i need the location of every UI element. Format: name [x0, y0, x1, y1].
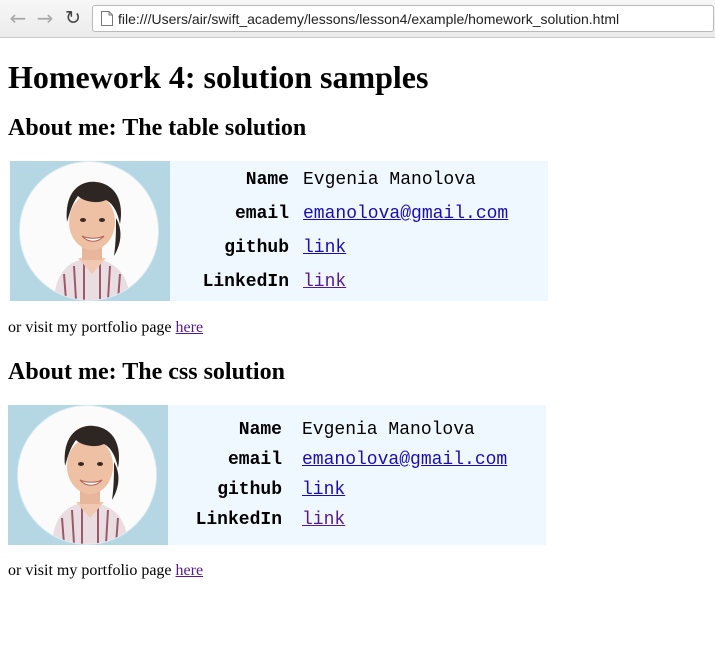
- portfolio-note: or visit my portfolio page here: [8, 318, 708, 338]
- section-heading-table: About me: The table solution: [8, 115, 307, 141]
- value-name: Evgenia Manolova: [303, 170, 476, 190]
- section-heading-css: About me: The css solution: [8, 359, 285, 385]
- page-content: Homework 4: solution samples About me: T…: [8, 38, 708, 581]
- email-link[interactable]: emanolova@gmail.com: [302, 448, 507, 472]
- linkedin-link[interactable]: link: [302, 508, 345, 532]
- linkedin-link[interactable]: link: [303, 270, 346, 294]
- github-link[interactable]: link: [303, 236, 346, 260]
- portfolio-link[interactable]: here: [176, 319, 204, 336]
- about-card-table: Name Evgenia Manolova email emanolova@gm…: [10, 161, 548, 301]
- back-arrow-icon[interactable]: ←: [6, 6, 30, 30]
- page-icon: [101, 11, 113, 26]
- photo-cell: [10, 161, 170, 301]
- label-email: email: [227, 450, 282, 470]
- avatar: [20, 162, 158, 300]
- about-card-css: Name Evgenia Manolova email emanolova@gm…: [8, 405, 546, 545]
- reload-icon[interactable]: ↻: [61, 6, 85, 30]
- portfolio-link[interactable]: here: [176, 562, 204, 579]
- forward-arrow-icon[interactable]: →: [33, 6, 57, 30]
- portfolio-note: or visit my portfolio page here: [8, 561, 708, 581]
- label-name: Name: [245, 170, 289, 190]
- avatar-portrait: [18, 406, 156, 544]
- address-bar[interactable]: file:///Users/air/swift_academy/lessons/…: [92, 5, 714, 32]
- value-name: Evgenia Manolova: [302, 420, 475, 440]
- label-email: email: [234, 204, 289, 224]
- github-link[interactable]: link: [302, 478, 345, 502]
- avatar-portrait: [20, 162, 158, 300]
- info-rows: Name Evgenia Manolova email emanolova@gm…: [170, 161, 548, 301]
- label-name: Name: [238, 420, 282, 440]
- page-title: Homework 4: solution samples: [8, 59, 429, 95]
- url-text[interactable]: file:///Users/air/swift_academy/lessons/…: [118, 11, 619, 27]
- label-linkedin: LinkedIn: [195, 510, 282, 530]
- portfolio-text: or visit my portfolio page: [8, 562, 176, 579]
- avatar: [18, 406, 156, 544]
- info-rows: Name Evgenia Manolova email emanolova@gm…: [168, 405, 546, 545]
- email-link[interactable]: emanolova@gmail.com: [303, 202, 508, 226]
- photo-cell: [8, 405, 168, 545]
- label-github: github: [217, 480, 282, 500]
- label-linkedin: LinkedIn: [202, 272, 289, 292]
- portfolio-text: or visit my portfolio page: [8, 319, 176, 336]
- label-github: github: [224, 238, 289, 258]
- browser-toolbar: ← → ↻ file:///Users/air/swift_academy/le…: [0, 0, 715, 38]
